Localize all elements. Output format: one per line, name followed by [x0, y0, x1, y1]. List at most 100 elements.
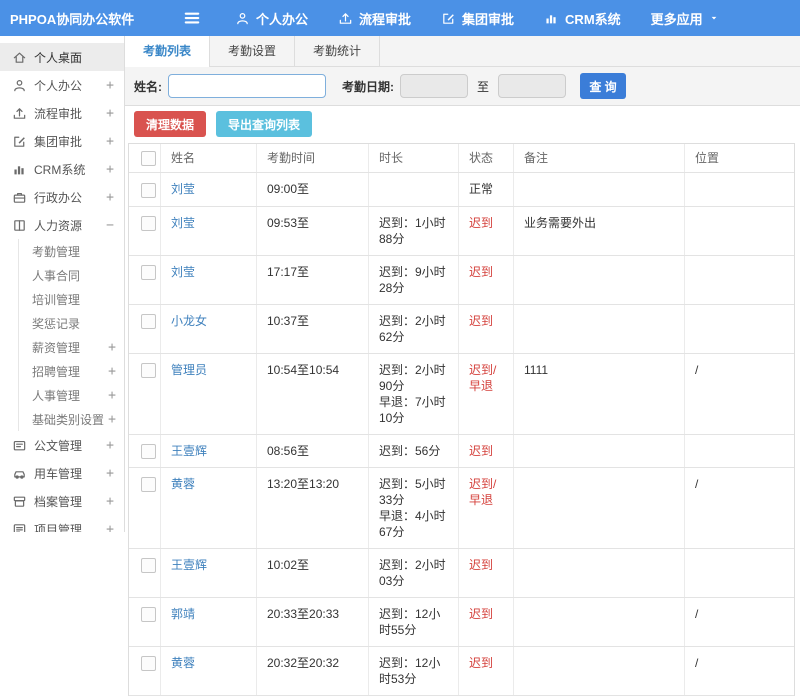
tab-bar: 考勤列表 考勤设置 考勤统计: [125, 36, 800, 67]
row-checkbox[interactable]: [141, 182, 156, 198]
sidebar-subitem-招聘管理[interactable]: 招聘管理 +: [19, 359, 124, 383]
row-checkbox[interactable]: [141, 477, 156, 493]
search-button[interactable]: 查 询: [580, 73, 627, 99]
top-navbar: PHPOA协同办公软件 个人办公 流程审批 集团审批 CRM系统 更多应用: [0, 0, 800, 36]
export-list-button[interactable]: 导出查询列表: [216, 111, 313, 137]
clean-data-button[interactable]: 清理数据: [134, 111, 207, 137]
cell-status: 迟到: [458, 206, 513, 255]
employee-name-link[interactable]: 黄蓉: [171, 477, 195, 491]
nav-item-集团审批[interactable]: 集团审批: [426, 0, 529, 36]
table-row: 郭靖 20:33至20:33 迟到：12小时55分 迟到 /: [129, 597, 794, 647]
employee-name-link[interactable]: 刘莹: [171, 182, 195, 196]
cell-attendance-time: 20:33至20:33: [256, 597, 368, 646]
row-checkbox[interactable]: [141, 656, 156, 672]
employee-name-link[interactable]: 郭靖: [171, 607, 195, 621]
sidebar-subitem-人事管理[interactable]: 人事管理 +: [19, 383, 124, 407]
nav-item-更多应用[interactable]: 更多应用: [636, 0, 734, 36]
row-checkbox[interactable]: [141, 215, 156, 231]
sidebar-item-label: 公文管理: [34, 438, 83, 453]
sidebar-item-个人桌面[interactable]: 个人桌面: [0, 43, 124, 71]
cell-note: [513, 646, 684, 695]
column-header-备注: 备注: [513, 144, 684, 173]
sidebar-subitem-label: 人事合同: [32, 268, 81, 283]
employee-name-link[interactable]: 刘莹: [171, 265, 195, 279]
cell-status: 正常: [458, 173, 513, 206]
sidebar-subitem-奖惩记录[interactable]: 奖惩记录: [19, 311, 124, 335]
content-area: 考勤列表 考勤设置 考勤统计 姓名: 考勤日期: 至 查 询 清理数据 导出查询列表…: [125, 36, 800, 696]
sidebar-item-公文管理[interactable]: 公文管理 +: [0, 431, 124, 459]
sidebar-item-档案管理[interactable]: 档案管理 +: [0, 487, 124, 515]
sidebar-item-label: 个人桌面: [34, 50, 83, 65]
expander-plus-icon: +: [108, 363, 116, 379]
tab-考勤统计[interactable]: 考勤统计: [295, 36, 381, 66]
row-checkbox[interactable]: [141, 558, 156, 574]
employee-name-link[interactable]: 管理员: [171, 363, 207, 377]
sidebar-item-CRM系统[interactable]: CRM系统 +: [0, 155, 124, 183]
name-input[interactable]: [168, 74, 326, 98]
doc-icon: [12, 438, 27, 453]
nav-item-流程审批[interactable]: 流程审批: [323, 0, 426, 36]
cell-note: [513, 173, 684, 206]
expander-plus-icon: +: [108, 339, 116, 355]
sidebar-item-项目管理[interactable]: 项目管理 +: [0, 515, 124, 532]
sidebar-item-人力资源[interactable]: 人力资源 −: [0, 211, 124, 239]
expander-minus-icon: −: [106, 217, 114, 233]
sidebar-item-集团审批[interactable]: 集团审批 +: [0, 127, 124, 155]
hamburger-menu-icon[interactable]: [182, 8, 202, 28]
sidebar-item-label: 人力资源: [34, 218, 83, 233]
cell-name: 黄蓉: [160, 646, 256, 695]
flow-icon: [12, 106, 27, 121]
sidebar-subitem-基础类别设置[interactable]: 基础类别设置 +: [19, 407, 124, 431]
select-all-checkbox[interactable]: [141, 151, 156, 167]
sidebar-subitem-label: 考勤管理: [32, 244, 81, 259]
employee-name-link[interactable]: 小龙女: [171, 314, 207, 328]
table-row: 黄蓉 20:32至20:32 迟到：12小时53分 迟到 /: [129, 646, 794, 696]
employee-name-link[interactable]: 黄蓉: [171, 656, 195, 670]
sidebar-subitem-考勤管理[interactable]: 考勤管理: [19, 239, 124, 263]
row-checkbox[interactable]: [141, 362, 156, 378]
column-header-姓名: 姓名: [160, 144, 256, 173]
sidebar-item-用车管理[interactable]: 用车管理 +: [0, 459, 124, 487]
sidebar-subitem-薪资管理[interactable]: 薪资管理 +: [19, 335, 124, 359]
sidebar-item-label: 用车管理: [34, 466, 83, 481]
cell-name: 郭靖: [160, 597, 256, 646]
nav-item-个人办公[interactable]: 个人办公: [220, 0, 323, 36]
row-checkbox[interactable]: [141, 607, 156, 623]
sidebar-item-label: 流程审批: [34, 106, 83, 121]
cell-status: 迟到: [458, 434, 513, 467]
row-checkbox[interactable]: [141, 264, 156, 280]
cell-note: [513, 467, 684, 548]
date-from-input[interactable]: [400, 74, 468, 98]
table-row: 王壹辉 08:56至 迟到：56分 迟到: [129, 434, 794, 468]
employee-name-link[interactable]: 王壹辉: [171, 444, 207, 458]
cell-duration: [368, 173, 458, 206]
tab-考勤设置[interactable]: 考勤设置: [210, 36, 296, 66]
sidebar-item-流程审批[interactable]: 流程审批 +: [0, 99, 124, 127]
cell-location: [684, 255, 794, 304]
nav-item-label: CRM系统: [565, 11, 621, 27]
employee-name-link[interactable]: 王壹辉: [171, 558, 207, 572]
cell-note: [513, 434, 684, 467]
date-to-input[interactable]: [498, 74, 567, 98]
nav-item-CRM系统[interactable]: CRM系统: [529, 0, 636, 36]
cell-name: 王壹辉: [160, 548, 256, 597]
cell-duration: 迟到：1小时88分: [368, 206, 458, 255]
sidebar-item-个人办公[interactable]: 个人办公 +: [0, 71, 124, 99]
app-logo[interactable]: PHPOA协同办公软件: [0, 9, 138, 28]
nav-item-label: 个人办公: [256, 11, 309, 27]
sidebar-item-label: 档案管理: [34, 494, 83, 509]
row-checkbox[interactable]: [141, 313, 156, 329]
employee-name-link[interactable]: 刘莹: [171, 216, 195, 230]
sidebar-subitem-人事合同[interactable]: 人事合同: [19, 263, 124, 287]
tab-考勤列表[interactable]: 考勤列表: [125, 36, 211, 67]
sidebar-subitem-培训管理[interactable]: 培训管理: [19, 287, 124, 311]
sidebar-item-行政办公[interactable]: 行政办公 +: [0, 183, 124, 211]
row-checkbox[interactable]: [141, 443, 156, 459]
expander-plus-icon: +: [106, 493, 114, 509]
sidebar-submenu: 考勤管理人事合同培训管理 奖惩记录 薪资管理 + 招聘管理 + 人事管理 + 基础类别设置 +: [18, 239, 124, 431]
cell-attendance-time: 17:17至: [256, 255, 368, 304]
attendance-table: 姓名 考勤时间 时长 状态 备注 位置 刘莹 09:00至 正常 刘莹 09:53至 迟到：1小时88…: [128, 143, 795, 696]
briefcase-icon: [12, 190, 27, 205]
cell-status: 迟到: [458, 597, 513, 646]
sidebar-item-label: 行政办公: [34, 190, 83, 205]
